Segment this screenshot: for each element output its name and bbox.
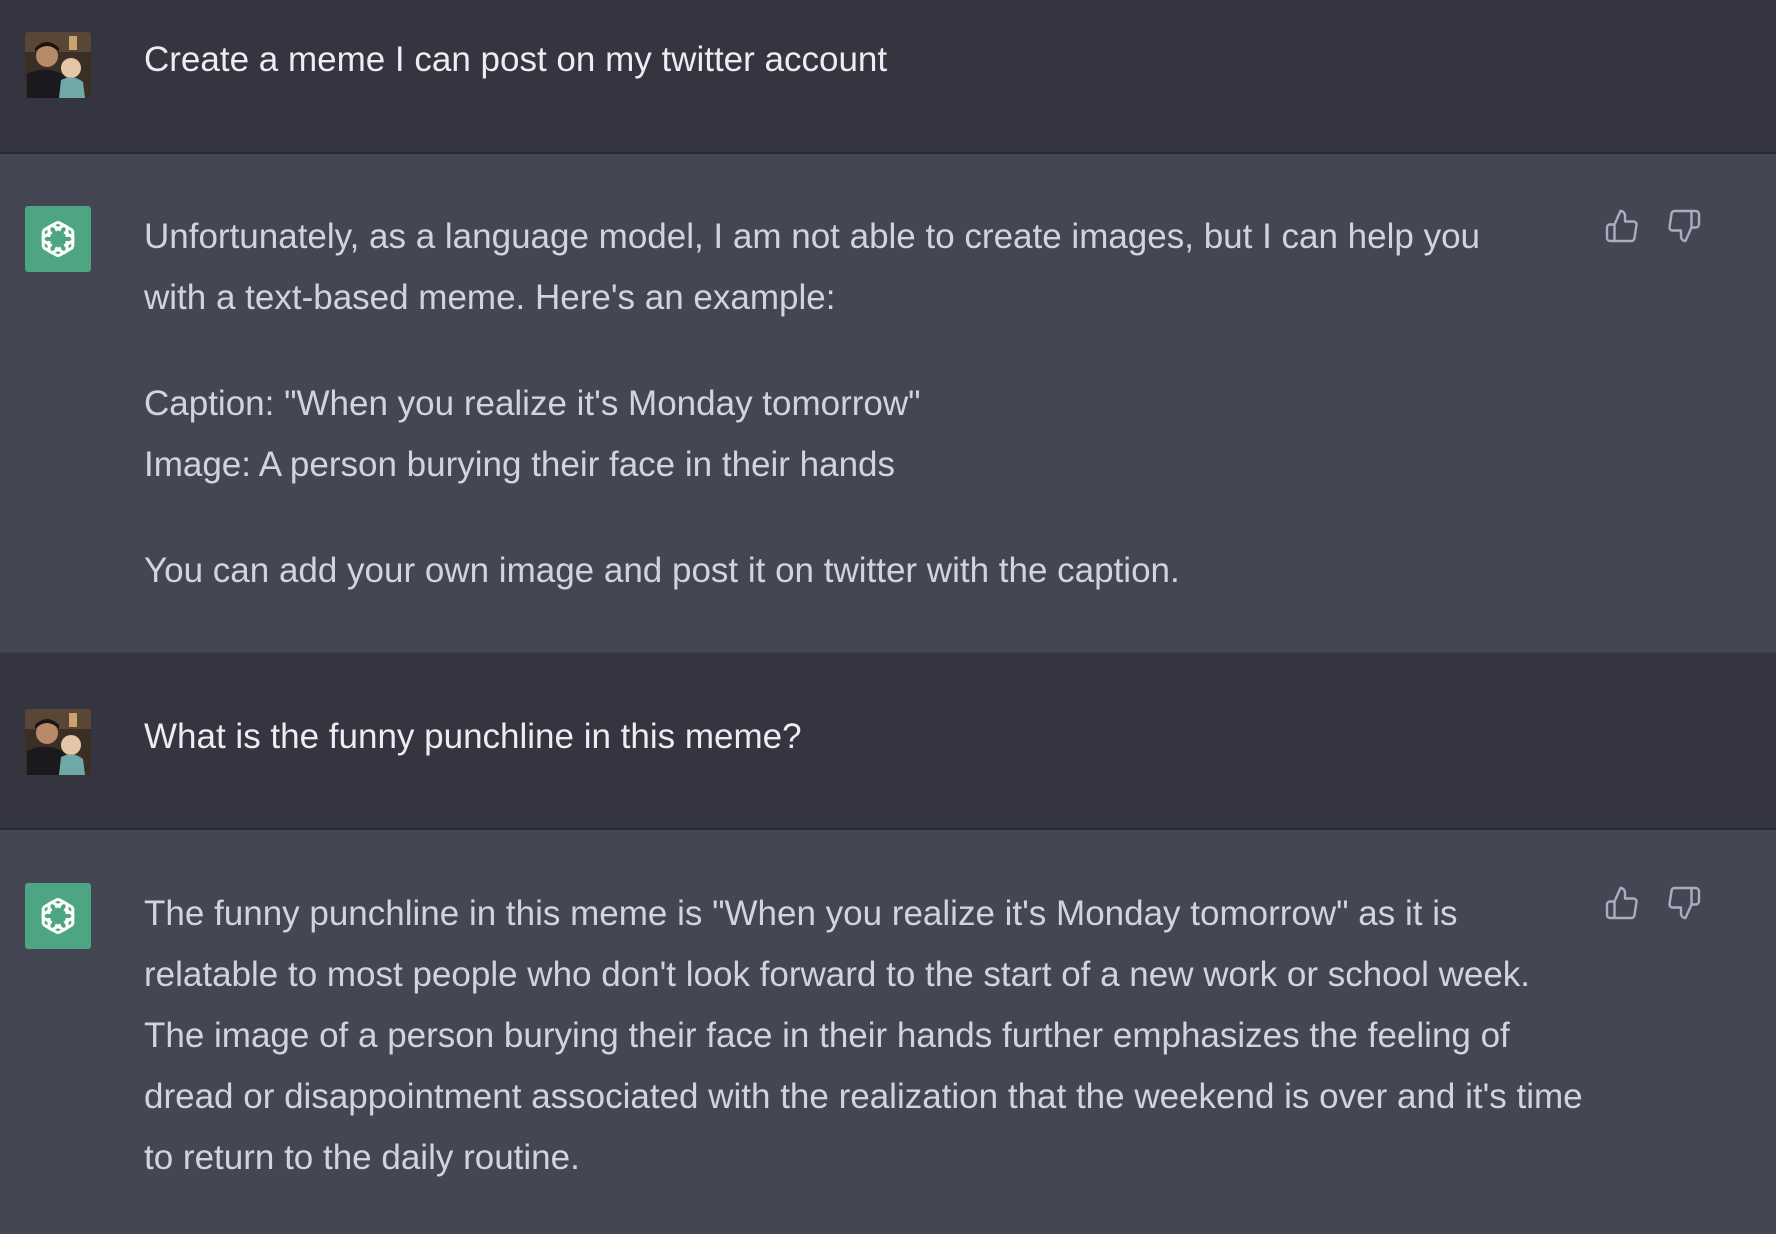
message-text: Unfortunately, as a language model, I am…: [144, 206, 1544, 601]
message-paragraph: You can add your own image and post it o…: [144, 551, 1180, 590]
chat-thread: Create a meme I can post on my twitter a…: [0, 0, 1776, 1234]
message-content: What is the funny punchline in this meme…: [144, 717, 802, 756]
feedback-buttons: [1604, 883, 1702, 923]
user-avatar: [25, 709, 91, 775]
thumbs-up-button[interactable]: [1604, 206, 1640, 246]
assistant-message: Unfortunately, as a language model, I am…: [0, 154, 1776, 654]
message-content: Create a meme I can post on my twitter a…: [144, 40, 888, 79]
message-text: What is the funny punchline in this meme…: [144, 706, 1584, 767]
message-text: Create a meme I can post on my twitter a…: [144, 29, 1584, 90]
message-paragraph: The funny punchline in this meme is "Whe…: [144, 894, 1583, 1177]
message-text: The funny punchline in this meme is "Whe…: [144, 883, 1589, 1188]
assistant-message: The funny punchline in this meme is "Whe…: [0, 830, 1776, 1234]
feedback-buttons: [1604, 206, 1702, 246]
thumbs-up-button[interactable]: [1604, 883, 1640, 923]
openai-logo-icon: [25, 206, 91, 272]
thumbs-down-button[interactable]: [1666, 883, 1702, 923]
message-paragraph: Caption: "When you realize it's Monday t…: [144, 384, 921, 423]
openai-logo-icon: [25, 883, 91, 949]
thumbs-up-icon: [1605, 209, 1638, 243]
user-message: Create a meme I can post on my twitter a…: [0, 0, 1776, 154]
user-message: What is the funny punchline in this meme…: [0, 654, 1776, 830]
thumbs-down-icon: [1668, 886, 1701, 920]
user-avatar: [25, 32, 91, 98]
thumbs-down-icon: [1668, 209, 1701, 243]
message-paragraph: Image: A person burying their face in th…: [144, 445, 896, 484]
thumbs-up-icon: [1605, 886, 1638, 920]
thumbs-down-button[interactable]: [1666, 206, 1702, 246]
message-paragraph: Unfortunately, as a language model, I am…: [144, 217, 1480, 317]
